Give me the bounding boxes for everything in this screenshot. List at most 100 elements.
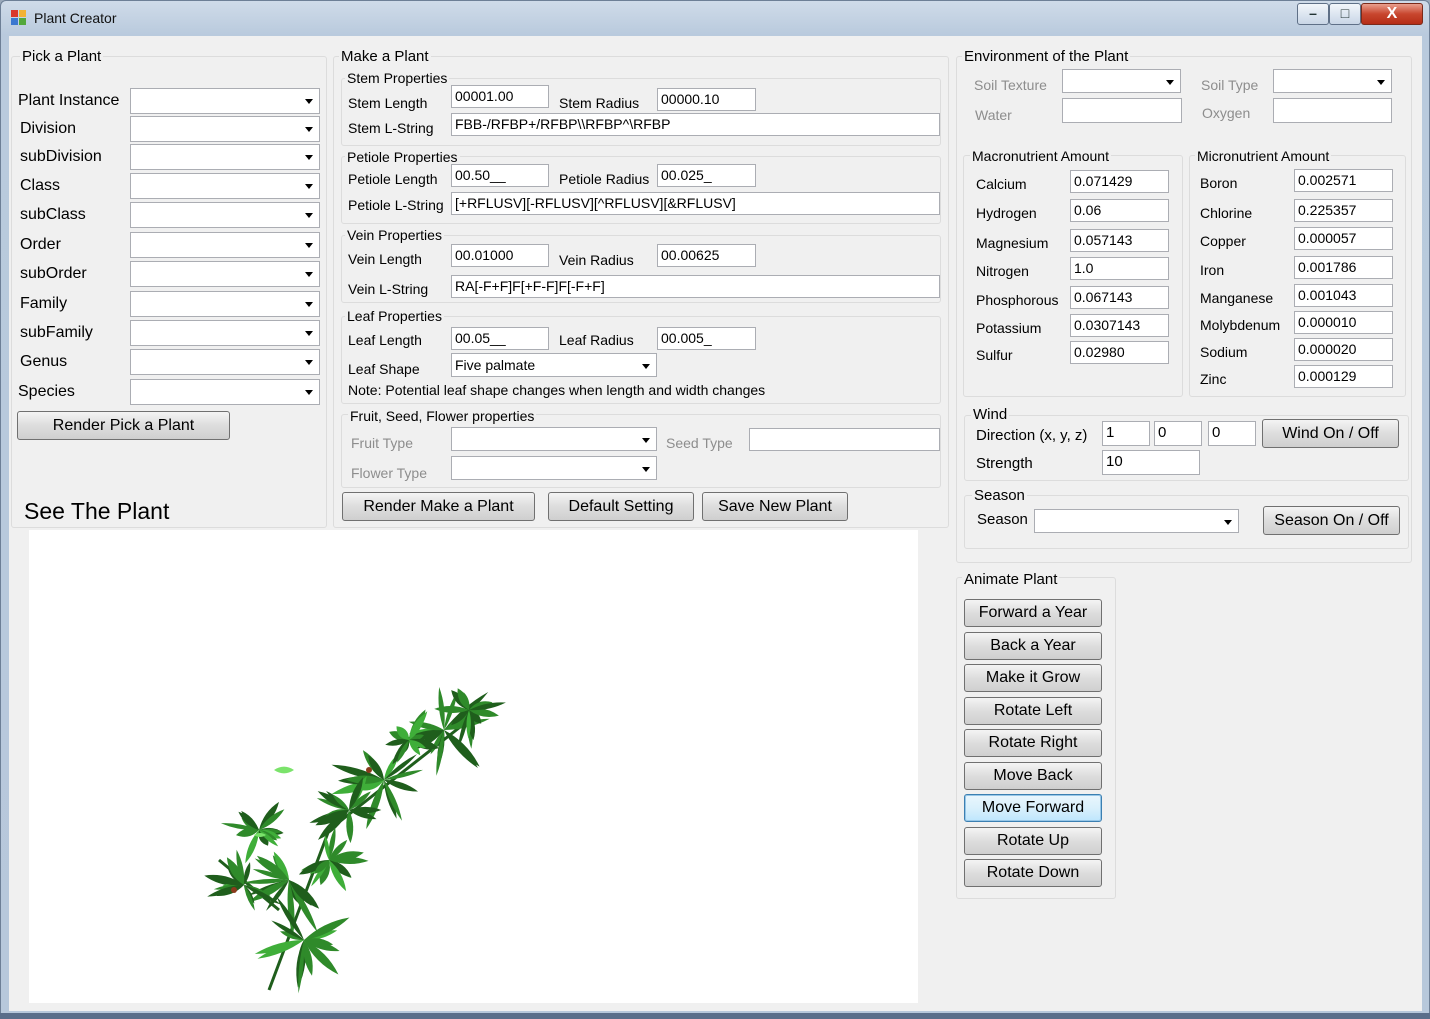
manganese-input[interactable]: 0.001043 bbox=[1294, 284, 1393, 307]
wind-strength-input[interactable]: 10 bbox=[1102, 450, 1200, 475]
subclass-dropdown[interactable] bbox=[130, 202, 320, 228]
leaf-shape-label: Leaf Shape bbox=[348, 361, 420, 377]
vein-length-input[interactable]: 00.01000 bbox=[451, 244, 549, 267]
stem-lstring-input[interactable]: FBB-/RFBP+/RFBP\\RFBP^\RFBP bbox=[451, 113, 940, 136]
plant-leaf-highlight bbox=[274, 766, 294, 774]
hydrogen-input[interactable]: 0.06 bbox=[1070, 199, 1169, 222]
move-back-button[interactable]: Move Back bbox=[964, 761, 1102, 790]
subfamily-dropdown[interactable] bbox=[130, 320, 320, 346]
leaf-length-label: Leaf Length bbox=[348, 332, 422, 348]
leaf-shape-dropdown[interactable]: Five palmate bbox=[451, 353, 657, 377]
class-dropdown[interactable] bbox=[130, 173, 320, 199]
chevron-down-icon bbox=[305, 243, 313, 248]
app-icon bbox=[11, 10, 27, 26]
soil-texture-dropdown[interactable] bbox=[1062, 69, 1181, 93]
see-the-plant-title: See The Plant bbox=[24, 498, 170, 524]
magnesium-label: Magnesium bbox=[976, 235, 1049, 251]
subdivision-label: subDivision bbox=[20, 148, 102, 165]
vein-lstring-input[interactable]: RA[-F+F]F[+F-F]F[-F+F] bbox=[451, 275, 940, 298]
calcium-input[interactable]: 0.071429 bbox=[1070, 170, 1169, 193]
order-label: Order bbox=[20, 236, 61, 253]
minimize-button[interactable]: – bbox=[1297, 3, 1329, 25]
maximize-button[interactable]: □ bbox=[1329, 3, 1361, 25]
petiole-lstring-input[interactable]: [+RFLUSV][-RFLUSV][^RFLUSV][&RFLUSV] bbox=[451, 192, 940, 215]
sulfur-label: Sulfur bbox=[976, 347, 1013, 363]
sodium-input[interactable]: 0.000020 bbox=[1294, 338, 1393, 361]
chevron-down-icon bbox=[1377, 80, 1385, 85]
family-dropdown[interactable] bbox=[130, 291, 320, 317]
potassium-input[interactable]: 0.0307143 bbox=[1070, 314, 1169, 337]
vein-radius-input[interactable]: 00.00625 bbox=[657, 244, 756, 267]
taskbar-edge bbox=[0, 1013, 1430, 1019]
water-input[interactable] bbox=[1062, 98, 1182, 123]
plant-view-canvas[interactable] bbox=[29, 530, 918, 1003]
close-button[interactable]: X bbox=[1361, 3, 1423, 25]
default-setting-button[interactable]: Default Setting bbox=[548, 492, 694, 521]
potassium-label: Potassium bbox=[976, 320, 1042, 336]
seed-type-input[interactable] bbox=[749, 428, 940, 451]
genus-dropdown[interactable] bbox=[130, 349, 320, 375]
magnesium-input[interactable]: 0.057143 bbox=[1070, 229, 1169, 252]
stem-length-input[interactable]: 00001.00 bbox=[451, 85, 549, 108]
rotate-down-button[interactable]: Rotate Down bbox=[964, 859, 1102, 887]
division-label: Division bbox=[20, 120, 77, 137]
stem-radius-input[interactable]: 00000.10 bbox=[657, 88, 756, 111]
wind-x-input[interactable]: 1 bbox=[1102, 421, 1150, 446]
iron-input[interactable]: 0.001786 bbox=[1294, 256, 1393, 279]
back-a-year-button[interactable]: Back a Year bbox=[964, 631, 1102, 660]
order-dropdown[interactable] bbox=[130, 232, 320, 258]
season-on-off-button[interactable]: Season On / Off bbox=[1263, 506, 1400, 535]
move-forward-button[interactable]: Move Forward bbox=[964, 794, 1102, 822]
vein-lstring-label: Vein L-String bbox=[348, 281, 429, 297]
rotate-right-button[interactable]: Rotate Right bbox=[964, 729, 1102, 757]
save-new-plant-button[interactable]: Save New Plant bbox=[702, 492, 848, 521]
petiole-length-input[interactable]: 00.50__ bbox=[451, 164, 549, 187]
zinc-input[interactable]: 0.000129 bbox=[1294, 365, 1393, 388]
fruit-type-label: Fruit Type bbox=[351, 435, 413, 451]
close-icon: X bbox=[1386, 5, 1398, 22]
division-dropdown[interactable] bbox=[130, 116, 320, 142]
forward-a-year-button[interactable]: Forward a Year bbox=[964, 599, 1102, 627]
chlorine-input[interactable]: 0.225357 bbox=[1294, 199, 1393, 222]
boron-input[interactable]: 0.002571 bbox=[1294, 169, 1393, 192]
soil-type-dropdown[interactable] bbox=[1273, 69, 1392, 93]
macronutrient-title: Macronutrient Amount bbox=[970, 148, 1111, 164]
oxygen-input[interactable] bbox=[1273, 98, 1392, 123]
wind-z-input[interactable]: 0 bbox=[1208, 421, 1256, 446]
environment-title: Environment of the Plant bbox=[962, 48, 1131, 65]
fruit-seed-flower-title: Fruit, Seed, Flower properties bbox=[348, 408, 537, 424]
species-dropdown[interactable] bbox=[130, 379, 320, 405]
season-dropdown[interactable] bbox=[1034, 509, 1239, 533]
nitrogen-input[interactable]: 1.0 bbox=[1070, 257, 1169, 280]
petiole-length-label: Petiole Length bbox=[348, 171, 438, 187]
plant-node bbox=[366, 767, 372, 773]
render-pick-a-plant-button[interactable]: Render Pick a Plant bbox=[17, 411, 230, 440]
genus-label: Genus bbox=[20, 353, 68, 370]
suborder-dropdown[interactable] bbox=[130, 261, 320, 287]
chevron-down-icon bbox=[642, 438, 650, 443]
petiole-radius-input[interactable]: 00.025_ bbox=[657, 164, 756, 187]
sulfur-input[interactable]: 0.02980 bbox=[1070, 341, 1169, 364]
leaf-radius-input[interactable]: 00.005_ bbox=[657, 327, 756, 350]
flower-type-dropdown[interactable] bbox=[451, 456, 657, 480]
oxygen-label: Oxygen bbox=[1202, 105, 1251, 121]
soil-type-label: Soil Type bbox=[1201, 77, 1259, 93]
plant-instance-dropdown[interactable] bbox=[130, 88, 320, 114]
rotate-left-button[interactable]: Rotate Left bbox=[964, 696, 1102, 725]
chevron-down-icon bbox=[305, 302, 313, 307]
render-make-a-plant-button[interactable]: Render Make a Plant bbox=[342, 492, 535, 521]
copper-input[interactable]: 0.000057 bbox=[1294, 227, 1393, 250]
chevron-down-icon bbox=[305, 213, 313, 218]
wind-title: Wind bbox=[971, 406, 1010, 423]
phosphorous-input[interactable]: 0.067143 bbox=[1070, 286, 1169, 309]
wind-y-input[interactable]: 0 bbox=[1154, 421, 1202, 446]
rotate-up-button[interactable]: Rotate Up bbox=[964, 826, 1102, 855]
title-bar[interactable]: Plant Creator – □ X bbox=[1, 1, 1429, 35]
molybdenum-input[interactable]: 0.000010 bbox=[1294, 311, 1393, 334]
make-it-grow-button[interactable]: Make it Grow bbox=[964, 664, 1102, 692]
leaf-length-input[interactable]: 00.05__ bbox=[451, 327, 549, 350]
fruit-type-dropdown[interactable] bbox=[451, 427, 657, 451]
seed-type-label: Seed Type bbox=[666, 435, 733, 451]
subdivision-dropdown[interactable] bbox=[130, 144, 320, 170]
wind-on-off-button[interactable]: Wind On / Off bbox=[1262, 419, 1399, 448]
